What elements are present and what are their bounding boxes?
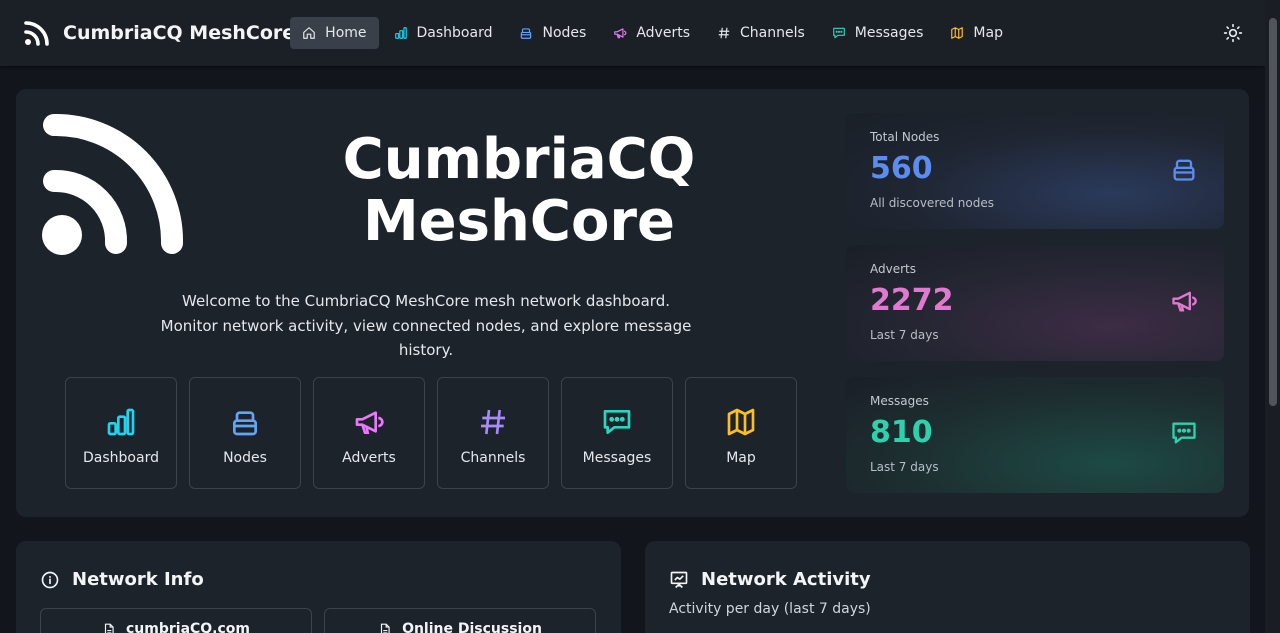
stat-value: 2272 xyxy=(870,283,954,318)
nav-dashboard-label: Dashboard xyxy=(416,25,493,41)
stat-subtitle: Last 7 days xyxy=(870,460,939,474)
brand-name: CumbriaCQ MeshCore xyxy=(63,22,296,44)
stat-card-adverts: Adverts 2272 Last 7 days xyxy=(846,245,1224,361)
network-info-title: Network Info xyxy=(40,569,204,590)
quick-link-adverts[interactable]: Adverts xyxy=(313,377,425,489)
nav-messages-label: Messages xyxy=(854,25,924,41)
main-nav: Home Dashboard Nodes Adverts Channels Me… xyxy=(290,17,1018,49)
hero-title-line-2: MeshCore xyxy=(362,189,676,254)
stat-value: 560 xyxy=(870,151,933,186)
map-icon xyxy=(727,408,755,436)
message-icon xyxy=(603,410,631,434)
page-scrollbar[interactable] xyxy=(1265,0,1280,633)
nav-adverts-label: Adverts xyxy=(636,25,690,41)
network-info-panel: Network Info cumbriaCQ.com Online Discus… xyxy=(16,541,621,633)
map-icon xyxy=(951,27,964,39)
home-icon xyxy=(303,27,316,39)
sun-icon[interactable] xyxy=(1223,23,1243,43)
rss-signal-icon xyxy=(24,21,49,46)
message-icon xyxy=(1172,422,1196,444)
quick-link-messages[interactable]: Messages xyxy=(561,377,673,489)
quick-link-map[interactable]: Map xyxy=(685,377,797,489)
stat-card-messages: Messages 810 Last 7 days xyxy=(846,377,1224,493)
stack-icon xyxy=(233,411,257,436)
hash-icon xyxy=(481,409,505,435)
link-cumbriacq[interactable]: cumbriaCQ.com xyxy=(40,608,312,633)
network-info-title-text: Network Info xyxy=(72,569,204,590)
hero-title-line-1: CumbriaCQ xyxy=(342,127,696,192)
nav-home[interactable]: Home xyxy=(290,17,379,49)
megaphone-icon xyxy=(1172,291,1197,312)
quick-link-label: Dashboard xyxy=(83,450,159,466)
quick-link-dashboard[interactable]: Dashboard xyxy=(65,377,177,489)
link-label: Online Discussion xyxy=(402,621,542,633)
nav-messages[interactable]: Messages xyxy=(820,17,936,49)
network-activity-title: Network Activity xyxy=(669,569,871,590)
nav-nodes-label: Nodes xyxy=(542,25,587,41)
hash-icon xyxy=(718,27,730,39)
link-online-discussion[interactable]: Online Discussion xyxy=(324,608,596,633)
nav-home-label: Home xyxy=(325,25,367,41)
document-icon xyxy=(380,623,390,633)
nav-channels[interactable]: Channels xyxy=(705,17,817,49)
stat-subtitle: Last 7 days xyxy=(870,328,939,342)
megaphone-icon xyxy=(355,411,384,434)
nav-map[interactable]: Map xyxy=(938,17,1015,49)
hero-description: Welcome to the CumbriaCQ MeshCore mesh n… xyxy=(160,292,692,359)
stack-icon xyxy=(521,28,532,39)
scrollbar-thumb[interactable] xyxy=(1269,18,1277,406)
stat-label: Total Nodes xyxy=(870,130,940,144)
stat-card-total-nodes: Total Nodes 560 All discovered nodes xyxy=(846,113,1224,229)
presentation-chart-icon xyxy=(670,571,688,588)
megaphone-icon xyxy=(614,28,627,39)
stack-icon xyxy=(1173,159,1195,181)
hero-section: CumbriaCQ MeshCore Welcome to the Cumbri… xyxy=(16,89,1249,517)
link-label: cumbriaCQ.com xyxy=(125,621,251,633)
stat-value: 810 xyxy=(870,415,933,450)
stat-label: Adverts xyxy=(870,262,916,276)
quick-link-label: Adverts xyxy=(342,450,396,466)
quick-link-label: Map xyxy=(726,450,756,466)
nav-channels-label: Channels xyxy=(739,25,805,41)
nav-adverts[interactable]: Adverts xyxy=(601,17,702,49)
top-navbar: CumbriaCQ MeshCore Home Dashboard Nodes … xyxy=(0,0,1265,66)
network-activity-subtitle: Activity per day (last 7 days) xyxy=(669,601,871,617)
quick-link-label: Nodes xyxy=(223,450,267,466)
quick-link-label: Messages xyxy=(582,450,652,466)
bar-chart-icon xyxy=(394,27,407,39)
nav-map-label: Map xyxy=(973,25,1003,41)
quick-link-nodes[interactable]: Nodes xyxy=(189,377,301,489)
quick-link-channels[interactable]: Channels xyxy=(437,377,549,489)
rss-signal-logo-icon xyxy=(42,113,184,255)
message-icon xyxy=(832,27,845,39)
quick-links: Dashboard Nodes Adverts Channels Message… xyxy=(65,377,809,489)
network-activity-title-text: Network Activity xyxy=(701,569,871,590)
brand-link[interactable]: CumbriaCQ MeshCore xyxy=(24,20,295,46)
nav-dashboard[interactable]: Dashboard xyxy=(382,17,505,49)
nav-nodes[interactable]: Nodes xyxy=(507,17,598,49)
info-icon xyxy=(41,571,59,588)
stat-subtitle: All discovered nodes xyxy=(870,196,995,210)
bar-chart-icon xyxy=(107,408,135,436)
hero-title: CumbriaCQ MeshCore xyxy=(274,129,764,253)
quick-link-label: Channels xyxy=(460,450,526,466)
network-activity-panel: Network Activity Activity per day (last … xyxy=(645,541,1250,633)
document-icon xyxy=(104,623,114,633)
stat-label: Messages xyxy=(870,394,929,408)
